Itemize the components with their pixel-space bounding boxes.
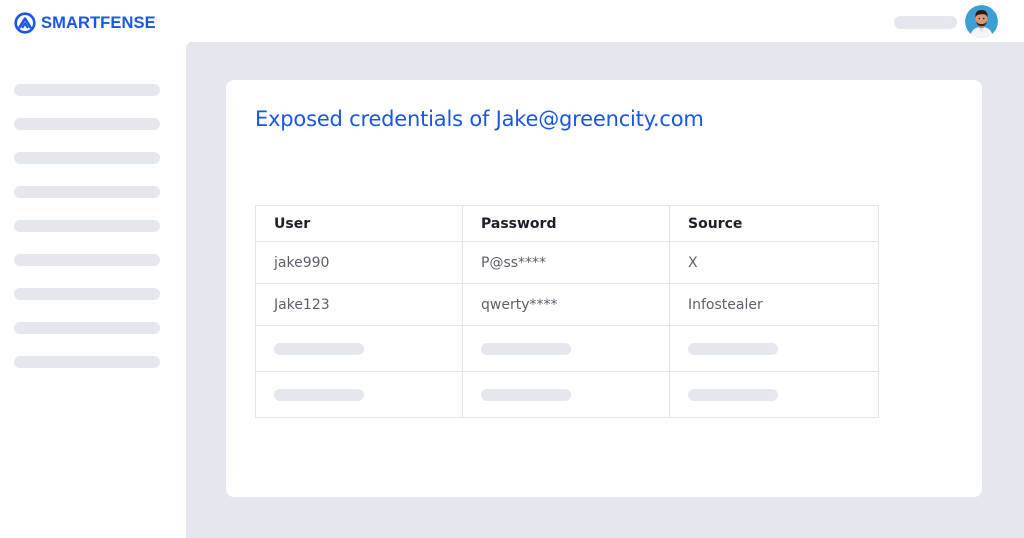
user-avatar[interactable] bbox=[965, 5, 998, 38]
sidebar-item-placeholder[interactable] bbox=[14, 152, 160, 164]
table-row-placeholder bbox=[255, 325, 879, 372]
sidebar-item-placeholder[interactable] bbox=[14, 254, 160, 266]
text-placeholder-bar bbox=[481, 388, 571, 401]
cell-placeholder bbox=[669, 325, 879, 372]
cell-placeholder bbox=[255, 325, 463, 372]
cell-source: X bbox=[669, 241, 879, 284]
cell-user: Jake123 bbox=[255, 283, 463, 326]
cell-placeholder bbox=[462, 371, 670, 418]
sidebar-item-placeholder[interactable] bbox=[14, 322, 160, 334]
text-placeholder-bar bbox=[688, 388, 778, 401]
column-header-source[interactable]: Source bbox=[669, 205, 879, 242]
sidebar-item-placeholder[interactable] bbox=[14, 356, 160, 368]
text-placeholder-bar bbox=[688, 342, 778, 355]
credentials-card: Exposed credentials of Jake@greencity.co… bbox=[226, 80, 982, 497]
main-content-area: Exposed credentials of Jake@greencity.co… bbox=[186, 42, 1024, 538]
table-header-row: User Password Source bbox=[255, 205, 879, 242]
top-bar: SMARTFENSE bbox=[0, 0, 1024, 42]
sidebar-item-placeholder[interactable] bbox=[14, 118, 160, 130]
smartfense-logo-icon bbox=[14, 12, 36, 34]
cell-source: Infostealer bbox=[669, 283, 879, 326]
cell-password: qwerty**** bbox=[462, 283, 670, 326]
sidebar bbox=[14, 84, 160, 390]
text-placeholder-bar bbox=[274, 342, 364, 355]
table-row-placeholder bbox=[255, 371, 879, 418]
column-header-password[interactable]: Password bbox=[462, 205, 670, 242]
cell-password: P@ss**** bbox=[462, 241, 670, 284]
sidebar-item-placeholder[interactable] bbox=[14, 186, 160, 198]
cell-placeholder bbox=[255, 371, 463, 418]
cell-placeholder bbox=[462, 325, 670, 372]
cell-placeholder bbox=[669, 371, 879, 418]
table-row[interactable]: jake990 P@ss**** X bbox=[255, 241, 879, 284]
avatar-image bbox=[965, 5, 998, 38]
column-header-user[interactable]: User bbox=[255, 205, 463, 242]
credentials-table: User Password Source jake990 P@ss**** X … bbox=[255, 205, 879, 418]
sidebar-item-placeholder[interactable] bbox=[14, 220, 160, 232]
brand-name: SMARTFENSE bbox=[41, 13, 156, 32]
cell-user: jake990 bbox=[255, 241, 463, 284]
user-name-placeholder[interactable] bbox=[894, 16, 957, 29]
sidebar-item-placeholder[interactable] bbox=[14, 84, 160, 96]
page-title: Exposed credentials of Jake@greencity.co… bbox=[255, 107, 704, 131]
brand-logo[interactable]: SMARTFENSE bbox=[14, 12, 156, 34]
text-placeholder-bar bbox=[481, 342, 571, 355]
table-row[interactable]: Jake123 qwerty**** Infostealer bbox=[255, 283, 879, 326]
text-placeholder-bar bbox=[274, 388, 364, 401]
sidebar-item-placeholder[interactable] bbox=[14, 288, 160, 300]
